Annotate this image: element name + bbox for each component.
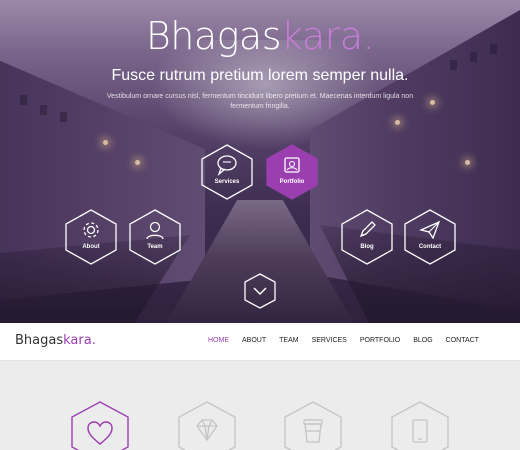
feature-diamond[interactable] <box>175 400 239 450</box>
coffee-cup-icon <box>303 419 323 443</box>
nav-services[interactable]: SERVICES <box>312 337 347 344</box>
nav-team[interactable]: TEAM <box>279 337 298 344</box>
nav-blog[interactable]: BLOG <box>413 337 432 344</box>
hex-label: About <box>82 244 100 250</box>
diamond-icon <box>196 419 218 442</box>
nav-links: HOME ABOUT TEAM SERVICES PORTFOLIO BLOG … <box>208 337 492 344</box>
tablet-icon <box>412 419 428 443</box>
hero-subtext: Vestibulum ornare cursus nisl, fermentum… <box>106 93 414 110</box>
hex-label: Blog <box>360 244 374 250</box>
hero-section: Bhagaskara. Fusce rutrum pretium lorem s… <box>0 0 520 323</box>
hex-contact[interactable]: Contact <box>401 208 459 266</box>
hero-logo: Bhagaskara. <box>145 14 375 58</box>
hex-about[interactable]: About <box>62 208 120 266</box>
heart-icon <box>87 421 113 445</box>
scroll-down-button[interactable] <box>243 272 277 310</box>
nav-about[interactable]: ABOUT <box>242 337 266 344</box>
gear-icon <box>83 222 99 238</box>
paper-plane-icon <box>419 220 441 240</box>
picture-icon <box>284 157 300 173</box>
chat-bubble-icon <box>217 155 237 176</box>
nav-portfolio[interactable]: PORTFOLIO <box>360 337 400 344</box>
hex-team[interactable]: Team <box>126 208 184 266</box>
feature-heart[interactable] <box>68 400 132 450</box>
hex-label: Contact <box>418 244 442 250</box>
nav-home[interactable]: HOME <box>208 337 229 344</box>
nav-contact[interactable]: CONTACT <box>446 337 479 344</box>
main-navbar: Bhagaskara. HOME ABOUT TEAM SERVICES POR… <box>0 323 520 361</box>
navbar-logo[interactable]: Bhagaskara. <box>15 333 96 348</box>
hex-label: Services <box>214 179 240 185</box>
feature-coffee[interactable] <box>281 400 345 450</box>
pencil-icon <box>359 221 376 238</box>
chevron-down-icon <box>253 287 267 296</box>
user-icon <box>146 221 164 240</box>
hex-label: Portfolio <box>279 179 305 185</box>
hex-label: Team <box>147 244 163 250</box>
feature-tablet[interactable] <box>388 400 452 450</box>
features-section <box>0 362 520 450</box>
hex-blog[interactable]: Blog <box>338 208 396 266</box>
hero-tagline: Fusce rutrum pretium lorem semper nulla. <box>111 67 409 84</box>
hex-portfolio[interactable]: Portfolio <box>263 143 321 201</box>
hex-services[interactable]: Services <box>198 143 256 201</box>
